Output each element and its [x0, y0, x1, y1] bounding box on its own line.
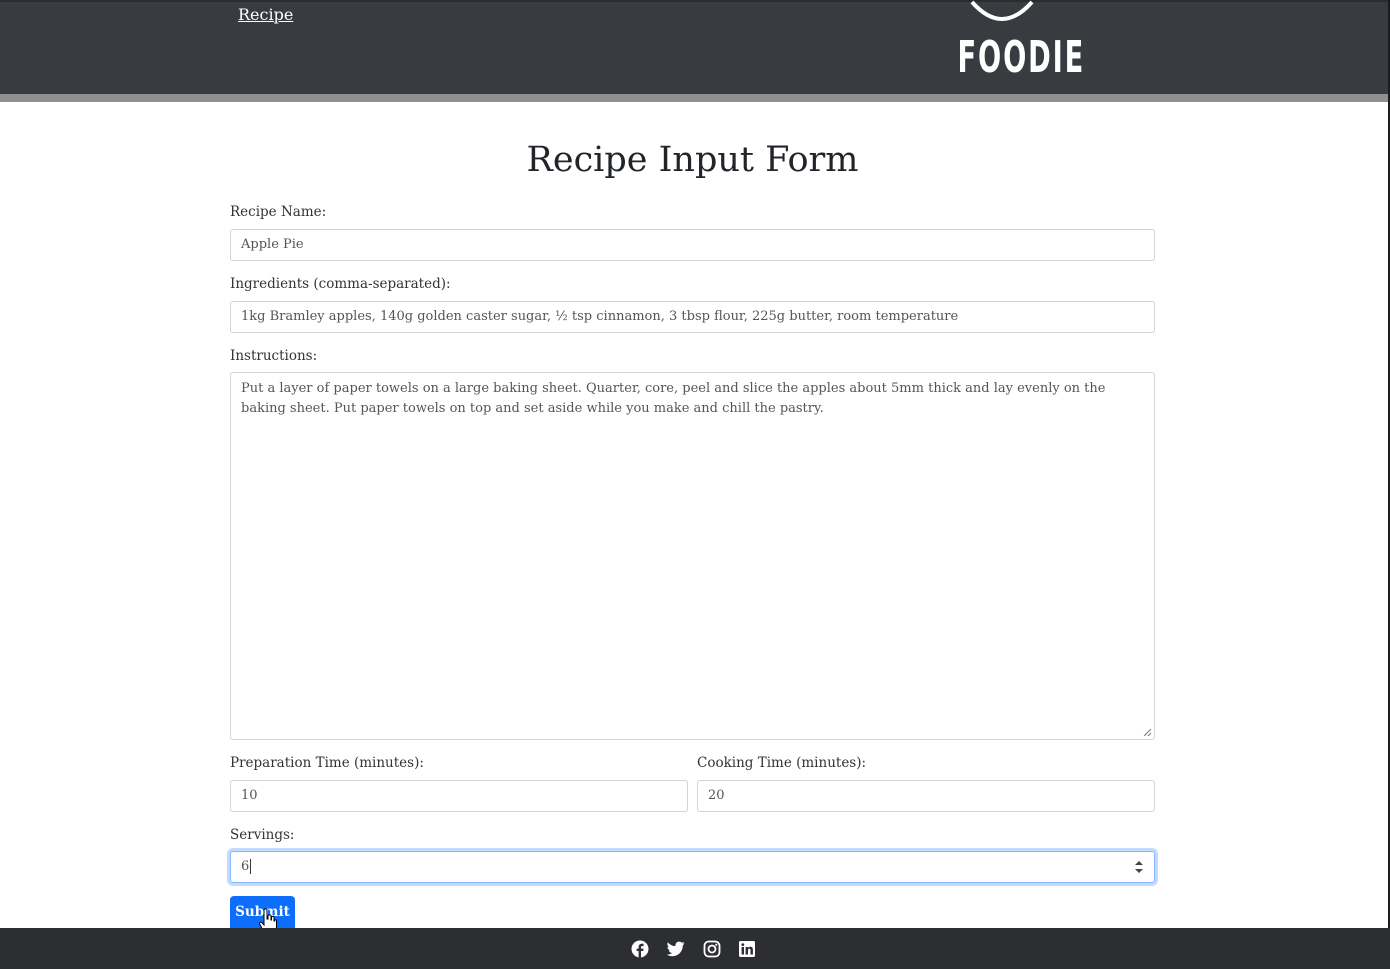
- instructions-textarea[interactable]: Put a layer of paper towels on a large b…: [230, 372, 1155, 740]
- recipe-name-label: Recipe Name:: [230, 204, 327, 220]
- ingredients-input[interactable]: 1kg Bramley apples, 140g golden caster s…: [230, 301, 1155, 333]
- instructions-label: Instructions:: [230, 348, 318, 364]
- site-header: [0, 0, 1390, 94]
- servings-input[interactable]: 6: [230, 851, 1155, 883]
- facebook-icon[interactable]: [631, 940, 649, 958]
- cook-time-input[interactable]: 20: [697, 780, 1155, 812]
- ingredients-label: Ingredients (comma-separated):: [230, 276, 451, 292]
- header-divider: [0, 94, 1390, 102]
- text-caret: [250, 859, 252, 874]
- recipe-name-input[interactable]: Apple Pie: [230, 229, 1155, 261]
- logo-arc-icon: [970, 0, 1034, 21]
- servings-value: 6: [241, 859, 250, 874]
- instagram-icon[interactable]: [703, 940, 721, 958]
- linkedin-icon[interactable]: [738, 940, 756, 958]
- cook-time-label: Cooking Time (minutes):: [697, 755, 867, 771]
- servings-label: Servings:: [230, 827, 295, 843]
- site-footer: [0, 928, 1390, 969]
- foodie-logo[interactable]: FOODIE: [930, 0, 1086, 90]
- prep-time-label: Preparation Time (minutes):: [230, 755, 424, 771]
- twitter-icon[interactable]: [667, 940, 685, 958]
- logo-text: FOODIE: [957, 32, 1086, 83]
- instructions-text: Put a layer of paper towels on a large b…: [241, 381, 1106, 416]
- page-title: Recipe Input Form: [526, 140, 859, 180]
- prep-time-input[interactable]: 10: [230, 780, 688, 812]
- resize-grip-icon[interactable]: [1143, 728, 1152, 737]
- nav-link-recipe[interactable]: Recipe: [238, 5, 293, 24]
- spinner-arrows-icon[interactable]: [1134, 859, 1144, 875]
